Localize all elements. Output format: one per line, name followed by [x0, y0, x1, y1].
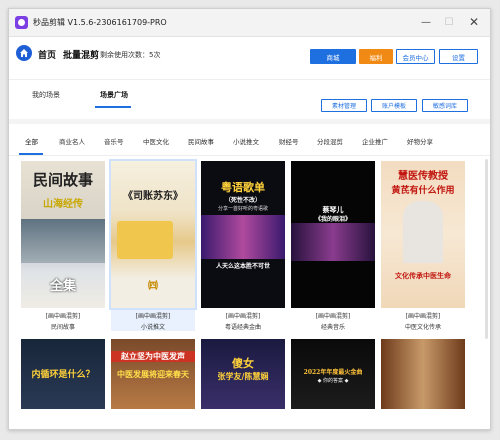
category-novel[interactable]: 小说推文 [233, 136, 259, 146]
nav-home[interactable]: 首页 [38, 48, 56, 61]
card-name: 中医文化传承 [404, 324, 441, 331]
category-business[interactable]: 商业名人 [59, 136, 85, 146]
thumb-subtitle: 中医发展将迎来春天 [117, 369, 189, 379]
thumb-subtitle: ◆ 你的答案 ◆ [317, 378, 349, 384]
thumb-title: 2022年年度最火金曲 [303, 369, 363, 376]
category-all[interactable]: 全部 [25, 136, 38, 146]
thumb-subtitle: 黄芪有什么作用 [391, 186, 455, 196]
app-logo-icon [15, 16, 28, 29]
scrollbar[interactable] [485, 159, 488, 339]
category-enterprise[interactable]: 企业推广 [362, 136, 388, 146]
maximize-button[interactable]: ☐ [439, 14, 459, 30]
card-thumbnail: 民间故事 山海经传 全集 [21, 161, 105, 308]
category-music[interactable]: 音乐号 [104, 136, 124, 146]
account-template-button[interactable]: 账户模板 [371, 99, 417, 112]
card-tag: [画中画混剪] [135, 313, 171, 320]
scene-card[interactable]: 慧医传教授 黄芪有什么作用 文化传承中医生命 [画中画混剪] 中医文化传承 [381, 161, 465, 331]
thumb-title: 粤语歌单 [221, 181, 265, 194]
sensitive-words-button[interactable]: 敏感词库 [422, 99, 468, 112]
card-name: 粤语经典金曲 [224, 324, 261, 331]
thumb-title: 内循环是什么？ [31, 370, 95, 380]
category-folk-story[interactable]: 民间故事 [188, 136, 214, 146]
top-header: 首页 批量混剪 剩余使用次数：5次 商城 福利 会员中心 设置 [9, 37, 490, 79]
close-button[interactable]: ✕ [464, 14, 484, 30]
thumb-subtitle: （死性不改） [224, 197, 261, 204]
scene-card[interactable]: 内循环是什么？ [21, 339, 105, 409]
card-thumbnail: 傻女 张学友/陈慧娴 [201, 339, 285, 409]
thumb-title: 赵立坚为中医发声 [111, 351, 195, 362]
thumb-bottom: 全集 [49, 279, 76, 294]
title-bar: 秒品剪辑 V1.5.6-2306161709-PRO — ☐ ✕ [9, 9, 490, 37]
card-thumbnail: 2022年年度最火金曲 ◆ 你的答案 ◆ [291, 339, 375, 409]
thumb-scene [291, 223, 375, 261]
category-tcm[interactable]: 中医文化 [143, 136, 169, 146]
material-manage-button[interactable]: 素材管理 [321, 99, 367, 112]
active-tab-indicator [95, 106, 131, 108]
scene-card[interactable] [381, 339, 465, 409]
scene-card[interactable]: 《司账苏东》 ㈣ [画中画混剪] 小说推文 [109, 159, 197, 331]
nav-batch-mix[interactable]: 批量混剪 [63, 48, 99, 61]
category-goods[interactable]: 好物分享 [407, 136, 433, 146]
card-tag: [画中画混剪] [315, 313, 351, 320]
thumb-title: 慧医传教授 [398, 171, 448, 182]
mall-button[interactable]: 商城 [310, 49, 356, 64]
scene-tabs-bar: 我的场景 场景广场 素材管理 账户模板 敏感词库 [9, 79, 490, 119]
app-window: 秒品剪辑 V1.5.6-2306161709-PRO — ☐ ✕ 首页 批量混剪… [8, 8, 491, 430]
home-icon[interactable] [16, 45, 32, 61]
card-thumbnail: 蔡琴儿 《我的眼泪》 [291, 161, 375, 308]
thumb-bottom: 人天么这本胜不可世 [215, 263, 270, 270]
window-title: 秒品剪辑 V1.5.6-2306161709-PRO [33, 18, 167, 27]
benefit-button[interactable]: 福利 [359, 49, 393, 64]
category-finance[interactable]: 财经号 [279, 136, 299, 146]
thumb-bottom: 文化传承中医生命 [395, 271, 451, 280]
scene-card[interactable]: 民间故事 山海经传 全集 [画中画混剪] 民间故事 [21, 161, 105, 331]
tab-scene-square[interactable]: 场景广场 [100, 90, 128, 100]
member-center-button[interactable]: 会员中心 [396, 49, 435, 64]
card-tag: [画中画混剪] [225, 313, 261, 320]
scene-card[interactable]: 粤语歌单 （死性不改） 分享一首好听的粤语歌 人天么这本胜不可世 [画中画混剪]… [201, 161, 285, 331]
scene-card[interactable]: 蔡琴儿 《我的眼泪》 [画中画混剪] 经典音乐 [291, 161, 375, 331]
tab-my-scenes[interactable]: 我的场景 [32, 90, 60, 100]
thumb-scene [201, 215, 285, 259]
scene-card[interactable]: 赵立坚为中医发声 中医发展将迎来春天 [111, 339, 195, 409]
thumb-line: 分享一首好听的粤语歌 [217, 206, 268, 212]
thumb-title: 《司账苏东》 [123, 191, 183, 202]
thumb-subtitle: 《我的眼泪》 [314, 216, 351, 223]
thumb-scene [403, 201, 443, 263]
card-name: 经典音乐 [320, 324, 345, 331]
thumb-title: 民间故事 [32, 171, 93, 189]
thumb-subtitle: 张学友/陈慧娴 [217, 371, 269, 381]
category-bar: 全部 商业名人 音乐号 中医文化 民间故事 小说推文 财经号 分段混剪 企业推广… [9, 124, 490, 156]
card-thumbnail [381, 339, 465, 409]
card-thumbnail: 赵立坚为中医发声 中医发展将迎来春天 [111, 339, 195, 409]
card-name: 小说推文 [140, 324, 165, 331]
card-thumbnail: 慧医传教授 黄芪有什么作用 文化传承中医生命 [381, 161, 465, 308]
remaining-uses: 剩余使用次数：5次 [100, 51, 161, 59]
active-category-indicator [19, 153, 43, 155]
card-name: 民间故事 [50, 324, 75, 331]
card-tag: [画中画混剪] [405, 313, 441, 320]
thumb-scene [21, 219, 105, 263]
scene-card[interactable]: 2022年年度最火金曲 ◆ 你的答案 ◆ [291, 339, 375, 409]
thumb-subtitle: 山海经传 [43, 199, 83, 210]
card-thumbnail: 粤语歌单 （死性不改） 分享一首好听的粤语歌 人天么这本胜不可世 [201, 161, 285, 308]
card-thumbnail: 《司账苏东》 ㈣ [109, 159, 197, 310]
settings-button[interactable]: 设置 [439, 49, 478, 64]
thumb-scene [117, 221, 173, 259]
card-tag: [画中画混剪] [45, 313, 81, 320]
thumb-title: 傻女 [232, 357, 254, 370]
thumb-bottom: ㈣ [148, 281, 158, 292]
scene-card[interactable]: 傻女 张学友/陈慧娴 [201, 339, 285, 409]
minimize-button[interactable]: — [416, 14, 436, 30]
scene-grid: 民间故事 山海经传 全集 [画中画混剪] 民间故事 《司账苏东》 ㈣ [画中画混… [9, 157, 490, 429]
card-thumbnail: 内循环是什么？ [21, 339, 105, 409]
category-segment-mix[interactable]: 分段混剪 [317, 136, 343, 146]
